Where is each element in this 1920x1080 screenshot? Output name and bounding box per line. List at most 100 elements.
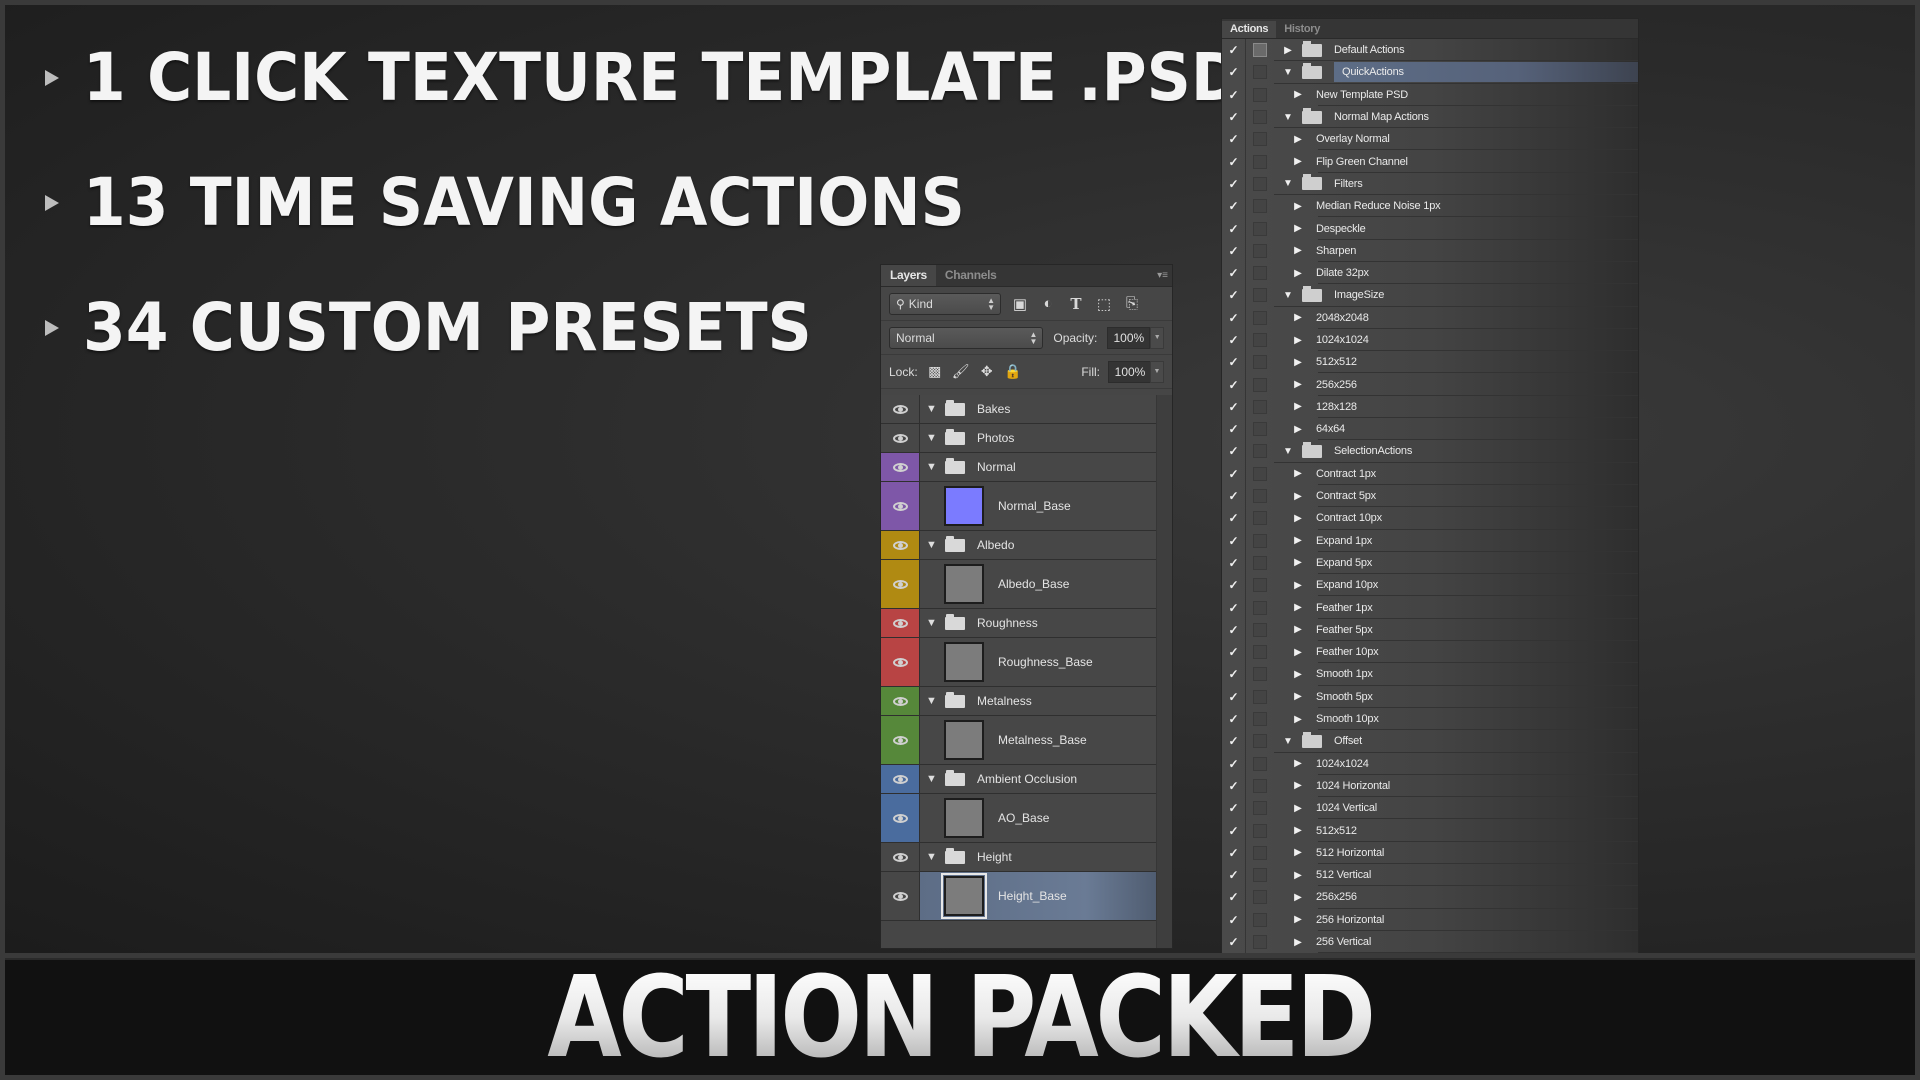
toggle-checkmark-icon[interactable]: ✓ — [1222, 150, 1246, 173]
dialog-toggle[interactable] — [1246, 663, 1274, 685]
action-row[interactable]: ✓ ▶ New Template PSD — [1222, 83, 1638, 107]
layer-content[interactable]: Normal_Base — [920, 482, 1157, 530]
expand-triangle-icon[interactable]: ▶ — [1290, 624, 1306, 635]
layer-content[interactable]: ▼ Metalness — [920, 687, 1157, 715]
action-row[interactable]: ✓ ▶ 256 Vertical — [1222, 930, 1638, 954]
visibility-toggle[interactable] — [881, 843, 920, 871]
dialog-toggle[interactable] — [1246, 909, 1274, 931]
toggle-checkmark-icon[interactable]: ✓ — [1222, 239, 1246, 262]
dialog-toggle[interactable] — [1246, 173, 1274, 195]
expand-triangle-icon[interactable]: ▶ — [1290, 892, 1306, 903]
dialog-toggle[interactable] — [1246, 106, 1274, 128]
expand-triangle-icon[interactable]: ▼ — [926, 851, 940, 863]
tab-actions[interactable]: Actions — [1222, 21, 1277, 38]
action-row[interactable]: ✓ ▶ Smooth 10px — [1222, 707, 1638, 731]
visibility-toggle[interactable] — [881, 424, 920, 452]
dialog-toggle[interactable] — [1246, 61, 1274, 83]
panel-menu-icon[interactable]: ▾≡ — [1157, 270, 1168, 281]
toggle-checkmark-icon[interactable]: ✓ — [1222, 819, 1246, 842]
visibility-toggle[interactable] — [881, 453, 920, 481]
visibility-toggle[interactable] — [881, 794, 920, 842]
expand-triangle-icon[interactable]: ▶ — [1290, 379, 1306, 390]
action-set-row[interactable]: ✓ ▼ Offset — [1222, 730, 1638, 753]
expand-triangle-icon[interactable]: ▶ — [1290, 401, 1306, 412]
action-row[interactable]: ✓ ▶ 1024 Horizontal — [1222, 774, 1638, 798]
dialog-toggle[interactable] — [1246, 708, 1274, 730]
visibility-toggle[interactable] — [881, 716, 920, 764]
action-row[interactable]: ✓ ▶ Contract 5px — [1222, 484, 1638, 508]
layer-group-row[interactable]: ▼ Albedo — [881, 531, 1157, 560]
expand-triangle-icon[interactable]: ▶ — [1290, 825, 1306, 836]
toggle-checkmark-icon[interactable]: ✓ — [1222, 217, 1246, 240]
toggle-checkmark-icon[interactable]: ✓ — [1222, 529, 1246, 552]
layer-content[interactable]: ▼ Roughness — [920, 609, 1157, 637]
action-row[interactable]: ✓ ▶ 1024 Vertical — [1222, 797, 1638, 820]
layer-group-row[interactable]: ▼ Metalness — [881, 687, 1157, 716]
toggle-checkmark-icon[interactable]: ✓ — [1222, 797, 1246, 820]
toggle-checkmark-icon[interactable]: ✓ — [1222, 551, 1246, 575]
toggle-checkmark-icon[interactable]: ✓ — [1222, 105, 1246, 129]
toggle-checkmark-icon[interactable]: ✓ — [1222, 440, 1246, 463]
dialog-toggle[interactable] — [1246, 686, 1274, 708]
visibility-toggle[interactable] — [881, 765, 920, 793]
toggle-checkmark-icon[interactable]: ✓ — [1222, 507, 1246, 530]
expand-triangle-icon[interactable]: ▼ — [926, 695, 940, 707]
toggle-checkmark-icon[interactable]: ✓ — [1222, 574, 1246, 597]
layer-content[interactable]: ▼ Height — [920, 843, 1157, 871]
toggle-checkmark-icon[interactable]: ✓ — [1222, 128, 1246, 151]
dialog-toggle[interactable] — [1246, 39, 1274, 61]
fill-dropdown-icon[interactable]: ▼ — [1150, 360, 1164, 383]
dialog-toggle[interactable] — [1246, 262, 1274, 284]
layer-row[interactable]: Metalness_Base — [881, 716, 1157, 765]
layer-row[interactable]: Albedo_Base — [881, 560, 1157, 609]
filter-kind-select[interactable]: ⚲ Kind ▲ ▼ — [889, 292, 1001, 315]
layer-content[interactable]: Height_Base — [920, 872, 1157, 920]
visibility-toggle[interactable] — [881, 872, 920, 920]
layer-group-row[interactable]: ▼ Normal — [881, 453, 1157, 482]
toggle-checkmark-icon[interactable]: ✓ — [1222, 61, 1246, 84]
dialog-toggle[interactable] — [1246, 619, 1274, 641]
dialog-toggle[interactable] — [1246, 507, 1274, 529]
dialog-toggle[interactable] — [1246, 552, 1274, 574]
layer-content[interactable]: ▼ Photos — [920, 424, 1157, 452]
layer-content[interactable]: ▼ Ambient Occlusion — [920, 765, 1157, 793]
dialog-toggle[interactable] — [1246, 440, 1274, 462]
adjustment-layer-filter-icon[interactable]: ◐ — [1039, 295, 1057, 313]
type-layer-filter-icon[interactable]: T — [1067, 295, 1085, 313]
expand-triangle-icon[interactable]: ▶ — [1290, 535, 1306, 546]
layer-content[interactable]: Albedo_Base — [920, 560, 1157, 608]
action-row[interactable]: ✓ ▶ Sharpen — [1222, 239, 1638, 263]
toggle-checkmark-icon[interactable]: ✓ — [1222, 39, 1246, 62]
expand-triangle-icon[interactable]: ▶ — [1290, 937, 1306, 948]
tab-history[interactable]: History — [1276, 21, 1328, 38]
dialog-toggle[interactable] — [1246, 307, 1274, 329]
visibility-toggle[interactable] — [881, 482, 920, 530]
expand-triangle-icon[interactable]: ▶ — [1290, 513, 1306, 524]
expand-triangle-icon[interactable]: ▶ — [1290, 268, 1306, 279]
dialog-toggle[interactable] — [1246, 641, 1274, 663]
expand-triangle-icon[interactable]: ▶ — [1290, 468, 1306, 479]
toggle-checkmark-icon[interactable]: ✓ — [1222, 83, 1246, 106]
dialog-toggle[interactable] — [1246, 864, 1274, 886]
action-row[interactable]: ✓ ▶ Flip Green Channel — [1222, 150, 1638, 174]
layer-row[interactable]: Roughness_Base — [881, 638, 1157, 687]
toggle-checkmark-icon[interactable]: ✓ — [1222, 908, 1246, 931]
layer-group-row[interactable]: ▼ Bakes — [881, 395, 1157, 424]
expand-triangle-icon[interactable]: ▶ — [1290, 780, 1306, 791]
toggle-checkmark-icon[interactable]: ✓ — [1222, 261, 1246, 285]
expand-triangle-icon[interactable]: ▶ — [1290, 602, 1306, 613]
toggle-checkmark-icon[interactable]: ✓ — [1222, 863, 1246, 887]
tab-channels[interactable]: Channels — [936, 265, 1006, 286]
action-row[interactable]: ✓ ▶ Expand 5px — [1222, 551, 1638, 575]
expand-triangle-icon[interactable]: ▶ — [1290, 870, 1306, 881]
expand-triangle-icon[interactable]: ▶ — [1290, 134, 1306, 145]
action-row[interactable]: ✓ ▶ 64x64 — [1222, 418, 1638, 441]
action-set-row[interactable]: ✓ ▼ QuickActions — [1222, 61, 1638, 84]
dialog-toggle[interactable] — [1246, 463, 1274, 485]
layer-group-row[interactable]: ▼ Height — [881, 843, 1157, 872]
dialog-toggle[interactable] — [1246, 284, 1274, 306]
dialog-toggle[interactable] — [1246, 596, 1274, 618]
expand-triangle-icon[interactable]: ▼ — [926, 539, 940, 551]
action-row[interactable]: ✓ ▶ Smooth 5px — [1222, 685, 1638, 709]
action-row[interactable]: ✓ ▶ 256x256 — [1222, 373, 1638, 397]
